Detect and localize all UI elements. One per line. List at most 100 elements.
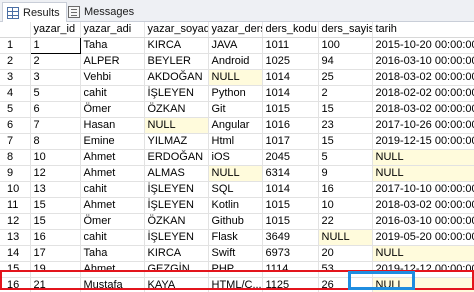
table-cell[interactable]: Ahmet (80, 261, 145, 278)
column-header-4[interactable]: yazar_ders (208, 22, 263, 38)
table-cell[interactable]: 1015 (262, 101, 319, 118)
table-cell[interactable]: 15 (30, 213, 81, 230)
row-number[interactable]: 2 (0, 53, 31, 70)
table-cell[interactable]: 15 (30, 197, 81, 214)
table-cell[interactable]: İŞLEYEN (144, 85, 209, 102)
table-row[interactable]: 14 17 Taha KIRCA Swift 6973 20 NULL (0, 245, 474, 262)
table-cell[interactable]: 2018-02-02 00:00:00.000 (372, 85, 474, 102)
table-cell[interactable]: 16 (30, 229, 81, 246)
table-cell[interactable]: Taha (80, 245, 145, 262)
table-row[interactable]: 7 8 Emine YILMAZ Html 1017 15 2019-12-15 00:00:… (0, 133, 474, 150)
table-cell[interactable]: 25 (318, 69, 373, 86)
table-cell[interactable]: Python (208, 85, 263, 102)
table-cell[interactable]: cahit (80, 229, 145, 246)
table-cell[interactable]: KIRCA (144, 37, 209, 54)
table-row[interactable]: 9 12 Ahmet ALMAS NULL 6314 9 NULL (0, 165, 474, 182)
row-number[interactable]: 5 (0, 101, 31, 118)
table-cell[interactable]: 2045 (262, 149, 319, 166)
row-number[interactable]: 9 (0, 165, 31, 182)
row-number[interactable]: 4 (0, 85, 31, 102)
row-number[interactable]: 3 (0, 69, 31, 86)
table-cell[interactable]: 2 (318, 85, 373, 102)
table-cell[interactable]: 26 (318, 277, 373, 292)
table-cell[interactable]: SQL (208, 181, 263, 198)
table-row[interactable]: 4 5 cahit İŞLEYEN Python 1014 2 2018-02-02 00:0… (0, 85, 474, 102)
table-cell[interactable]: 15 (318, 133, 373, 150)
table-cell[interactable]: NULL (318, 229, 373, 246)
table-cell[interactable]: ÖZKAN (144, 213, 209, 230)
table-cell[interactable]: YILMAZ (144, 133, 209, 150)
table-cell[interactable]: cahit (80, 181, 145, 198)
table-cell[interactable]: 2 (30, 53, 81, 70)
results-grid[interactable]: yazar_id yazar_adi yazar_soyad yazar_ders de… (0, 22, 474, 292)
table-cell[interactable]: 3649 (262, 229, 319, 246)
row-number[interactable]: 10 (0, 181, 31, 198)
table-cell[interactable]: Git (208, 101, 263, 118)
table-cell[interactable]: cahit (80, 85, 145, 102)
column-header-7[interactable]: tarih (372, 22, 474, 38)
table-cell[interactable]: JAVA (208, 37, 263, 54)
table-cell[interactable]: NULL (208, 69, 263, 86)
table-cell[interactable]: Ahmet (80, 165, 145, 182)
table-cell[interactable]: HTML/C... (208, 277, 263, 292)
table-cell[interactable]: İŞLEYEN (144, 229, 209, 246)
table-cell[interactable]: 1011 (262, 37, 319, 54)
table-cell[interactable]: 2017-10-10 00:00:00.000 (372, 181, 474, 198)
table-cell[interactable]: NULL (372, 245, 474, 262)
table-cell[interactable]: 10 (30, 149, 81, 166)
table-cell[interactable]: 5 (30, 85, 81, 102)
table-cell[interactable]: 13 (30, 181, 81, 198)
row-number[interactable]: 11 (0, 197, 31, 214)
table-cell[interactable]: 1025 (262, 53, 319, 70)
table-cell[interactable]: 6314 (262, 165, 319, 182)
tab-messages[interactable]: Messages (64, 2, 140, 22)
table-cell[interactable]: 1114 (262, 261, 319, 278)
table-cell[interactable]: 6973 (262, 245, 319, 262)
table-cell[interactable]: 53 (318, 261, 373, 278)
table-cell[interactable]: 2016-03-10 00:00:00.000 (372, 213, 474, 230)
table-cell[interactable]: 2015-10-20 00:00:00.000 (372, 37, 474, 54)
table-cell[interactable]: KIRCA (144, 245, 209, 262)
table-cell[interactable]: 2019-12-15 00:00:00.000 (372, 133, 474, 150)
table-cell[interactable]: 2018-03-02 00:00:00.000 (372, 69, 474, 86)
table-cell[interactable]: 1014 (262, 69, 319, 86)
table-row[interactable]: 10 13 cahit İŞLEYEN SQL 1014 16 2017-10-10 00:0… (0, 181, 474, 198)
row-number[interactable]: 8 (0, 149, 31, 166)
table-cell[interactable]: 10 (318, 197, 373, 214)
table-cell[interactable]: 16 (318, 181, 373, 198)
table-cell[interactable]: Html (208, 133, 263, 150)
column-header-3[interactable]: yazar_soyad (144, 22, 209, 38)
table-cell[interactable]: 7 (30, 117, 81, 134)
table-cell[interactable]: KAYA (144, 277, 209, 292)
column-header-2[interactable]: yazar_adi (80, 22, 145, 38)
table-cell[interactable]: 19 (30, 261, 81, 278)
row-number[interactable]: 7 (0, 133, 31, 150)
table-cell[interactable]: BEYLER (144, 53, 209, 70)
table-cell[interactable]: GEZGİN (144, 261, 209, 278)
table-row[interactable]: 16 21 Mustafa KAYA HTML/C... 1125 26 NULL (0, 277, 474, 292)
row-number[interactable]: 1 (0, 37, 31, 54)
table-cell[interactable]: Vehbi (80, 69, 145, 86)
table-cell[interactable]: 1125 (262, 277, 319, 292)
table-cell[interactable]: NULL (372, 277, 474, 292)
table-row[interactable]: 3 3 Vehbi AKDOĞAN NULL 1014 25 2018-03-02 00:00… (0, 69, 474, 86)
table-cell[interactable]: Swift (208, 245, 263, 262)
table-cell[interactable]: 6 (30, 101, 81, 118)
row-number[interactable]: 6 (0, 117, 31, 134)
table-row[interactable]: 15 19 Ahmet GEZGİN PHP 1114 53 2019-12-12 00:00… (0, 261, 474, 278)
table-cell[interactable]: 12 (30, 165, 81, 182)
table-cell[interactable]: Ömer (80, 213, 145, 230)
table-cell[interactable]: 1 (29, 37, 81, 54)
table-cell[interactable]: Github (208, 213, 263, 230)
table-cell[interactable]: 1014 (262, 85, 319, 102)
table-cell[interactable]: 21 (30, 277, 81, 292)
table-row[interactable]: 13 16 cahit İŞLEYEN Flask 3649 NULL 2019-05-20 … (0, 229, 474, 246)
table-cell[interactable]: Android (208, 53, 263, 70)
table-cell[interactable]: Hasan (80, 117, 145, 134)
table-cell[interactable]: Angular (208, 117, 263, 134)
row-number[interactable]: 15 (0, 261, 31, 278)
row-number[interactable]: 14 (0, 245, 31, 262)
table-cell[interactable]: 20 (318, 245, 373, 262)
table-row[interactable]: 2 2 ALPER BEYLER Android 1025 94 2016-03-10 00:… (0, 53, 474, 70)
table-cell[interactable]: Ömer (80, 101, 145, 118)
